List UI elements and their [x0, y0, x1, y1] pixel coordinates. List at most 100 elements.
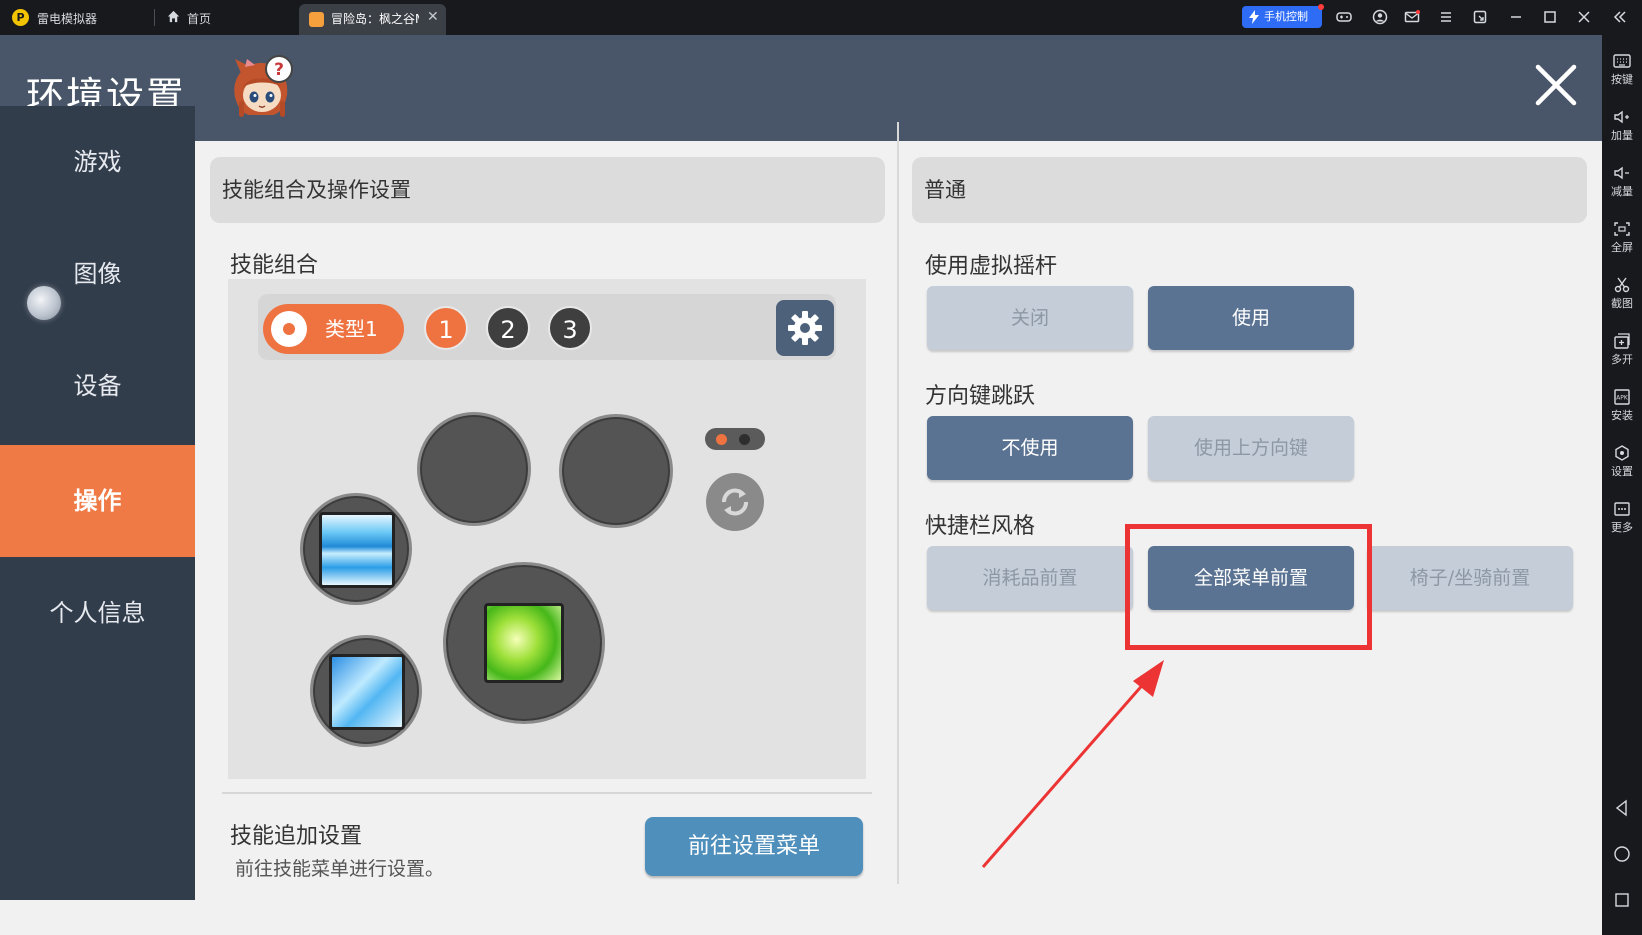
minimize-icon[interactable]: [1508, 9, 1524, 25]
gamepad-icon[interactable]: [1336, 9, 1352, 25]
apk-icon: APK: [1614, 389, 1630, 405]
skill-settings-header: 技能组合及操作设置: [210, 157, 885, 223]
toolbar-label: 安装: [1611, 409, 1633, 422]
scissors-icon: [1614, 277, 1630, 293]
toolbar-keyboard[interactable]: 按键: [1602, 43, 1642, 99]
type-label: 类型1: [325, 317, 378, 341]
skill-slot-empty-2[interactable]: [559, 414, 673, 528]
combo-number-2[interactable]: 2: [486, 306, 530, 350]
page-dot-active: [716, 434, 727, 445]
skill-slot-empty-1[interactable]: [417, 412, 531, 526]
app-logo-icon: P: [12, 9, 29, 26]
joystick-off-button[interactable]: 关闭: [927, 286, 1133, 350]
combo-number-1[interactable]: 1: [424, 306, 468, 350]
more-icon: [1614, 502, 1630, 516]
toolbar-settings[interactable]: 设置: [1602, 435, 1642, 491]
emulator-titlebar: P 雷电模拟器 首页 冒险岛：枫之谷M ✕ 手机控制: [0, 0, 1642, 35]
toolbar-multi-instance[interactable]: 多开: [1602, 323, 1642, 379]
tab-close-icon[interactable]: ✕: [427, 9, 439, 25]
menu-icon[interactable]: [1438, 9, 1454, 25]
mascot-help-icon[interactable]: ?: [225, 53, 297, 125]
window-close-icon[interactable]: [1532, 61, 1580, 109]
toolbar-label: 多开: [1611, 353, 1633, 366]
toolbar-label: 按键: [1611, 73, 1633, 86]
skill-combo-label: 技能组合: [230, 253, 319, 278]
ice-arrow-skill-icon: [329, 654, 405, 730]
radio-icon: [271, 311, 307, 347]
gear-icon: [788, 311, 822, 345]
quickbar-consumables-button[interactable]: 消耗品前置: [927, 546, 1133, 610]
sidebar-item-image[interactable]: 图像: [0, 218, 195, 330]
quickbar-chair-mount-button[interactable]: 椅子/坐骑前置: [1367, 546, 1573, 610]
toolbar-volume-up[interactable]: 加量: [1602, 99, 1642, 155]
arrow-jump-label: 方向键跳跃: [925, 384, 1036, 409]
section-divider: [222, 792, 872, 794]
nav-home[interactable]: [1602, 839, 1642, 869]
floating-ball-icon[interactable]: [27, 286, 61, 320]
nav-back[interactable]: [1602, 793, 1642, 823]
toolbar-label: 设置: [1611, 465, 1633, 478]
toolbar-more[interactable]: 更多: [1602, 491, 1642, 547]
joystick-label: 使用虚拟摇杆: [925, 254, 1058, 279]
toolbar-label: 全屏: [1611, 241, 1633, 254]
type-selector-button[interactable]: 类型1: [263, 304, 404, 354]
home-icon[interactable]: [166, 9, 181, 24]
green-energy-skill-icon: [484, 603, 564, 683]
combo-number-3[interactable]: 3: [548, 306, 592, 350]
sidebar-item-game[interactable]: 游戏: [0, 106, 195, 218]
volume-down-icon: [1614, 166, 1629, 180]
popout-icon[interactable]: [1472, 9, 1488, 25]
toolbar-label: 加量: [1611, 129, 1633, 142]
arrow-jump-off-button[interactable]: 不使用: [927, 416, 1133, 480]
toolbar-fullscreen[interactable]: 全屏: [1602, 211, 1642, 267]
toolbar-label: 截图: [1611, 297, 1633, 310]
skill-slot-ice-arrow[interactable]: [310, 635, 422, 747]
mail-icon[interactable]: [1404, 9, 1420, 25]
general-settings-header: 普通: [912, 157, 1587, 223]
annotation-highlight-box: [1125, 524, 1372, 650]
arrow-jump-up-key-button[interactable]: 使用上方向键: [1148, 416, 1354, 480]
close-icon[interactable]: [1576, 9, 1592, 25]
sidebar-item-operation[interactable]: 操作: [0, 445, 195, 557]
refresh-icon: [722, 488, 748, 516]
panel-divider: [897, 122, 899, 884]
quickbar-style-label: 快捷栏风格: [925, 514, 1036, 539]
swap-skills-button[interactable]: [706, 473, 764, 531]
recent-apps-icon: [1615, 893, 1629, 907]
multi-instance-icon: [1614, 333, 1630, 349]
titlebar-divider: [154, 9, 155, 26]
svg-text:APK: APK: [1616, 395, 1629, 402]
skill-slot-main[interactable]: [443, 562, 605, 724]
layout-page-indicator[interactable]: [705, 428, 765, 450]
annotation-arrow-icon: [981, 660, 1164, 868]
screen: P 雷电模拟器 首页 冒险岛：枫之谷M ✕ 手机控制 按键 加量 减量 全屏 截…: [0, 0, 1642, 935]
extra-skill-settings-desc: 前往技能菜单进行设置。: [235, 858, 445, 880]
maximize-icon[interactable]: [1542, 9, 1558, 25]
combo-settings-button[interactable]: [776, 300, 834, 356]
keyboard-icon: [1613, 54, 1631, 68]
toolbar-screenshot[interactable]: 截图: [1602, 267, 1642, 323]
game-tab[interactable]: 冒险岛：枫之谷M ✕: [299, 4, 446, 35]
volume-up-icon: [1614, 110, 1629, 124]
phone-control-button[interactable]: 手机控制: [1242, 6, 1322, 28]
back-icon: [1615, 799, 1627, 817]
collapse-icon[interactable]: [1612, 9, 1628, 25]
user-icon[interactable]: [1372, 9, 1388, 25]
app-name: 雷电模拟器: [37, 12, 98, 26]
nav-recent-apps[interactable]: [1602, 885, 1642, 915]
settings-icon: [1615, 445, 1629, 461]
toolbar-label: 更多: [1611, 521, 1633, 534]
notification-dot: [1318, 4, 1324, 10]
toolbar-volume-down[interactable]: 减量: [1602, 155, 1642, 211]
svg-text:?: ?: [274, 60, 284, 80]
sidebar-item-personal-info[interactable]: 个人信息: [0, 557, 195, 669]
home-tab[interactable]: 首页: [187, 10, 211, 27]
skill-slot-ice-wave[interactable]: [300, 493, 412, 605]
sidebar-item-device[interactable]: 设备: [0, 330, 195, 442]
game-tab-label: 冒险岛：枫之谷M: [331, 12, 419, 26]
goto-settings-menu-button[interactable]: 前往设置菜单: [645, 817, 863, 876]
toolbar-install-apk[interactable]: APK 安装: [1602, 379, 1642, 435]
joystick-on-button[interactable]: 使用: [1148, 286, 1354, 350]
lightning-icon: [1249, 10, 1259, 24]
settings-sidebar: 游戏 图像 设备 操作 个人信息: [0, 106, 195, 900]
